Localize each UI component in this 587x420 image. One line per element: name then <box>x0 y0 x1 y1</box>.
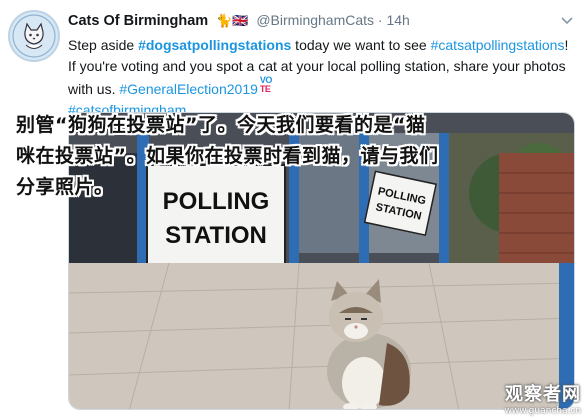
separator-dot: · <box>377 12 383 28</box>
hashtag-link[interactable]: #catsatpollingstations <box>431 37 565 53</box>
vote-emoji-icon: VO TE <box>259 76 273 94</box>
vote-badge-bottom: TE <box>259 84 271 94</box>
caption-line: 咪在投票站”。如果你在投票时看到猫，请与我们 <box>16 145 439 167</box>
caption-line: 分享照片。 <box>16 176 114 198</box>
caption-line: 别管“狗狗在投票站”了。今天我们要看的是“猫 <box>16 114 426 136</box>
tweet-card: Cats Of Birmingham 🐈🇬🇧 @BirminghamCats ·… <box>0 0 587 420</box>
cat-logo-icon <box>12 14 56 58</box>
text-part: Step aside <box>68 37 139 53</box>
tweet-header: Cats Of Birmingham 🐈🇬🇧 @BirminghamCats ·… <box>68 12 410 32</box>
tweet-text: Step aside #dogsatpollingstations today … <box>68 35 573 120</box>
avatar[interactable] <box>8 10 60 62</box>
name-emojis: 🐈🇬🇧 <box>216 13 249 28</box>
sign-line-2: STATION <box>165 222 267 249</box>
author-handle[interactable]: @BirminghamCats <box>256 12 374 28</box>
overlay-caption: 别管“狗狗在投票站”了。今天我们要看的是“猫 咪在投票站”。如果你在投票时看到猫… <box>16 110 576 203</box>
watermark-main: 观察者网 <box>505 384 581 405</box>
chevron-down-icon[interactable] <box>561 14 573 28</box>
hashtag-link[interactable]: #dogsatpollingstations <box>138 37 291 53</box>
watermark-url: www.guancha.cn <box>504 406 581 416</box>
watermark: 观察者网 www.guancha.cn <box>505 380 581 416</box>
text-part: today we want to see <box>291 37 431 53</box>
hashtag-link[interactable]: #GeneralElection2019 <box>119 81 258 97</box>
timestamp[interactable]: 14h <box>386 12 409 28</box>
author-name[interactable]: Cats Of Birmingham <box>68 13 208 29</box>
